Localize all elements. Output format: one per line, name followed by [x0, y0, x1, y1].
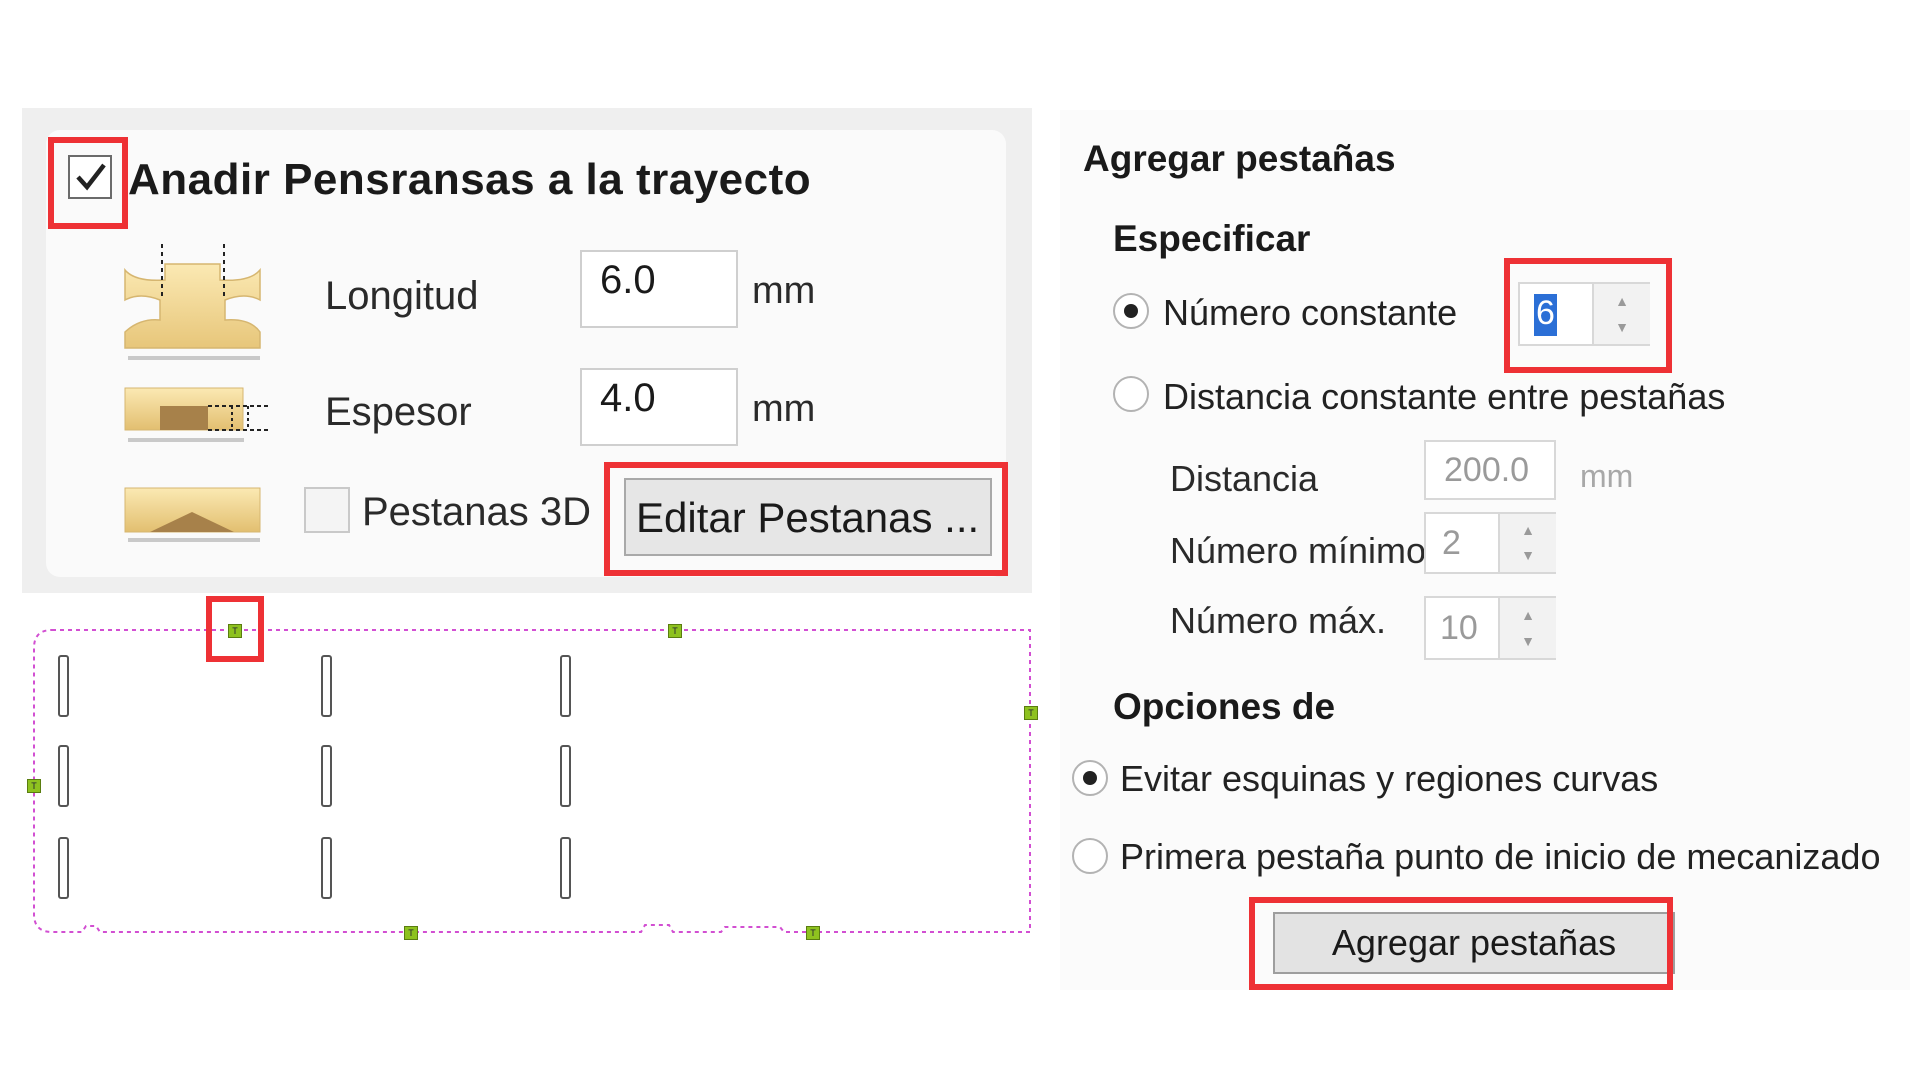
distance-label: Distancia	[1170, 458, 1319, 499]
constant-number-label: Número constante	[1163, 292, 1458, 333]
highlight-box	[604, 462, 1008, 576]
length-unit: mm	[752, 270, 816, 312]
constant-distance-radio[interactable]	[1113, 376, 1149, 412]
add-tabs-title: Anadir Pensransas a la trayecto	[128, 155, 812, 204]
max-number-label: Número máx.	[1170, 600, 1387, 641]
length-input[interactable]: 6.0	[580, 250, 738, 328]
tab-length-icon	[120, 240, 270, 370]
thickness-input[interactable]: 4.0	[580, 368, 738, 446]
distance-unit: mm	[1580, 458, 1634, 494]
first-tab-start-radio[interactable]	[1072, 838, 1108, 874]
min-number-spinner[interactable]: 2 ▲ ▼	[1424, 512, 1556, 574]
add-tabs-heading: Agregar pestañas	[1083, 138, 1396, 179]
avoid-corners-radio[interactable]	[1072, 760, 1108, 796]
max-number-arrows[interactable]: ▲ ▼	[1498, 598, 1556, 658]
constant-number-radio[interactable]	[1113, 293, 1149, 329]
options-heading: Opciones de	[1113, 686, 1336, 727]
tab-thickness-icon	[120, 380, 280, 455]
max-number-spinner[interactable]: 10 ▲ ▼	[1424, 596, 1556, 660]
tab-marker-icon[interactable]: T	[806, 926, 820, 940]
spin-down-icon[interactable]: ▼	[1500, 634, 1556, 648]
highlight-box	[1504, 258, 1672, 373]
first-tab-start-label: Primera pestaña punto de inicio de mecan…	[1120, 836, 1881, 877]
max-number-value: 10	[1440, 609, 1478, 647]
tab-marker-icon[interactable]: T	[1024, 706, 1038, 720]
highlight-box	[48, 137, 128, 229]
distance-value: 200.0	[1444, 451, 1530, 489]
toolpath-preview	[0, 590, 1050, 955]
constant-distance-label: Distancia constante entre pestañas	[1163, 376, 1726, 417]
thickness-label: Espesor	[325, 390, 472, 434]
tab-marker-icon[interactable]: T	[668, 624, 682, 638]
spin-up-icon[interactable]: ▲	[1500, 608, 1556, 622]
length-label: Longitud	[325, 274, 479, 318]
thickness-unit: mm	[752, 388, 816, 430]
distance-input[interactable]: 200.0	[1424, 440, 1556, 500]
tabs-3d-label: Pestanas 3D	[362, 490, 592, 534]
specify-heading: Especificar	[1113, 218, 1311, 259]
min-number-label: Número mínimo	[1170, 530, 1427, 571]
spin-up-icon[interactable]: ▲	[1500, 523, 1556, 537]
tabs-3d-checkbox[interactable]	[304, 487, 350, 533]
min-number-value: 2	[1442, 524, 1461, 562]
spin-down-icon[interactable]: ▼	[1500, 548, 1556, 562]
highlight-box	[206, 596, 264, 662]
tab-3d-icon	[120, 482, 270, 552]
tab-marker-icon[interactable]: T	[404, 926, 418, 940]
tab-marker-icon[interactable]: T	[27, 779, 41, 793]
highlight-box	[1249, 897, 1673, 990]
avoid-corners-label: Evitar esquinas y regiones curvas	[1120, 758, 1659, 799]
min-number-arrows[interactable]: ▲ ▼	[1498, 514, 1556, 572]
